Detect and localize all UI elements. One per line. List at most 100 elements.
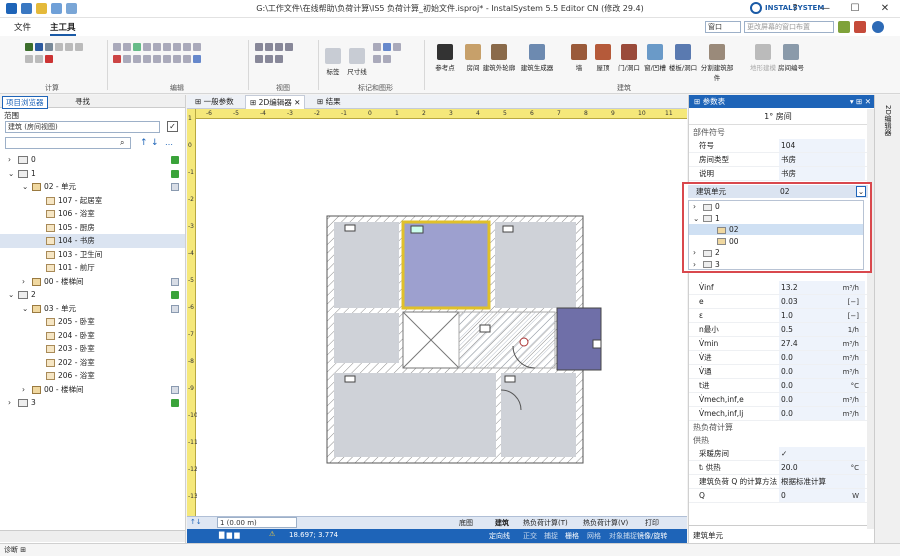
copy-icon[interactable] (113, 43, 121, 51)
building-button-3[interactable]: 建筑生成器 (518, 44, 556, 72)
room-107[interactable] (334, 222, 399, 308)
tool-icon[interactable] (35, 55, 43, 63)
tool-icon[interactable] (193, 55, 201, 63)
scope-checkbox[interactable]: ✓ (167, 121, 178, 132)
menu-main-tools[interactable]: 主工具 (50, 21, 76, 36)
tool-icon[interactable] (383, 55, 391, 63)
building-button-11[interactable]: 房间编号 (772, 44, 810, 72)
add-button[interactable] (171, 277, 179, 286)
tool-icon[interactable] (45, 55, 53, 63)
add-button[interactable] (171, 304, 179, 313)
param-row[interactable]: V̇min 27.4 m³/h (689, 337, 867, 351)
tool-icon[interactable] (173, 43, 181, 51)
tab-project-browser[interactable]: 项目浏览器 (2, 96, 48, 109)
vertical-scrollbar[interactable] (867, 109, 874, 529)
param-value[interactable]: 根据标准计算 (779, 475, 865, 488)
expand-icon[interactable]: › (22, 383, 32, 397)
zoom-out-icon[interactable] (265, 43, 273, 51)
add-button[interactable] (171, 183, 179, 191)
tool-icon[interactable] (25, 55, 33, 63)
section-header[interactable]: 部件符号 (689, 126, 867, 139)
tree-item[interactable]: ⌄ 03 - 单元 (0, 302, 185, 316)
zoom-icon[interactable] (285, 43, 293, 51)
param-row[interactable]: V̇进 0.0 m³/h (689, 351, 867, 365)
tree-item[interactable]: ⌄ 2 (0, 288, 185, 302)
tree-item[interactable]: › 0 (0, 153, 185, 167)
expand-icon[interactable]: ⌄ (22, 180, 32, 194)
zoom-icon[interactable] (275, 43, 283, 51)
tool-icon[interactable] (55, 43, 63, 51)
cut-icon[interactable] (113, 55, 121, 63)
chevron-down-icon[interactable]: ⌄ (856, 186, 866, 197)
dropdown-option[interactable]: › 2 (689, 247, 863, 258)
expand-icon[interactable]: ⌄ (693, 213, 703, 224)
tree-item[interactable]: 101 - 前厅 (0, 261, 185, 275)
tree-item[interactable]: 105 - 厨房 (0, 221, 185, 235)
more-icon[interactable]: … (165, 138, 173, 147)
tool-icon[interactable] (275, 55, 283, 63)
warning-icon[interactable]: ⚠ (269, 530, 275, 538)
param-row[interactable]: 采暖房间 ✓ (689, 447, 867, 461)
layout-icon[interactable] (838, 21, 850, 33)
tool-icon[interactable] (393, 43, 401, 51)
param-row[interactable]: 建筑负荷 Q 的计算方法 根据标准计算 (689, 475, 867, 489)
param-row[interactable]: e 0.03 [−] (689, 295, 867, 309)
room-102[interactable] (501, 373, 576, 457)
expand-icon[interactable]: ⌄ (22, 302, 32, 316)
tool-icon[interactable] (133, 55, 141, 63)
minimize-button[interactable]: — (810, 0, 840, 18)
dropdown-option[interactable]: › 0 (689, 201, 863, 212)
add-button[interactable] (171, 156, 179, 164)
expand-icon[interactable]: › (693, 247, 703, 258)
param-row[interactable]: 说明 书房 (689, 167, 867, 181)
calc-icon[interactable] (25, 43, 33, 51)
tree-item[interactable]: 206 - 浴室 (0, 369, 185, 383)
tree-item[interactable]: 202 - 浴室 (0, 356, 185, 370)
zoom-in-icon[interactable] (255, 43, 263, 51)
add-button[interactable] (171, 169, 179, 178)
dropdown-option[interactable]: ⌄ 1 (689, 213, 863, 224)
status-building[interactable]: 建筑 (495, 518, 509, 528)
tool-icon[interactable] (143, 55, 151, 63)
dropdown-option[interactable]: 02 (689, 224, 863, 235)
tool-icon[interactable] (163, 55, 171, 63)
status-osnap[interactable]: 对象捕捉 (609, 531, 637, 541)
level-select[interactable]: 1 (0.00 m) (217, 517, 297, 528)
tab-search[interactable]: 寻找 (72, 96, 93, 107)
param-value[interactable]: 104 (779, 139, 865, 152)
room-105[interactable] (495, 222, 576, 308)
tab-general-params[interactable]: ⊞ 一般参数 (191, 95, 238, 109)
status-orientation[interactable]: 定向线 (489, 531, 510, 541)
status-print[interactable]: 打印 (645, 518, 659, 528)
close-button[interactable]: ✕ (870, 0, 900, 18)
tool-icon[interactable] (173, 55, 181, 63)
text-icon[interactable] (373, 43, 381, 51)
param-value[interactable]: 书房 (779, 153, 865, 166)
expand-icon[interactable]: › (693, 259, 703, 270)
param-value[interactable]: 书房 (779, 167, 865, 180)
tree-item[interactable]: 204 - 卧室 (0, 329, 185, 343)
maximize-button[interactable]: ☐ (840, 0, 870, 18)
tree-item[interactable]: 203 - 卧室 (0, 342, 185, 356)
building-unit-combo[interactable]: 建筑单元 02 ⌄ (688, 185, 868, 198)
tree-item[interactable]: 103 - 卫生间 (0, 248, 185, 262)
pan-icon[interactable] (255, 55, 263, 63)
param-row[interactable]: ε 1.0 [−] (689, 309, 867, 323)
param-row[interactable]: Q0W (689, 489, 867, 503)
expand-icon[interactable]: › (693, 201, 703, 212)
browser-search-input[interactable] (5, 137, 131, 149)
diagnostics-tab[interactable]: 诊断 ⊞ (4, 545, 26, 555)
room-101[interactable] (334, 313, 399, 363)
tool-icon[interactable] (75, 43, 83, 51)
reference-point[interactable] (519, 337, 529, 347)
building-button-8[interactable]: 楼板/洞口 (664, 44, 702, 72)
tool-icon[interactable] (65, 43, 73, 51)
room-104-selected[interactable] (401, 220, 491, 310)
pin-icon[interactable]: ▾ ⊞ ✕ (850, 95, 871, 108)
tool-icon[interactable] (123, 55, 131, 63)
swirl-icon[interactable] (854, 21, 866, 33)
section-header[interactable]: 供热 (689, 434, 867, 447)
dimension-button[interactable]: 尺寸线 (342, 48, 372, 76)
tree-item[interactable]: 106 - 浴室 (0, 207, 185, 221)
param-row[interactable]: V̇mech,inf,lj 0.0 m³/h (689, 407, 867, 421)
